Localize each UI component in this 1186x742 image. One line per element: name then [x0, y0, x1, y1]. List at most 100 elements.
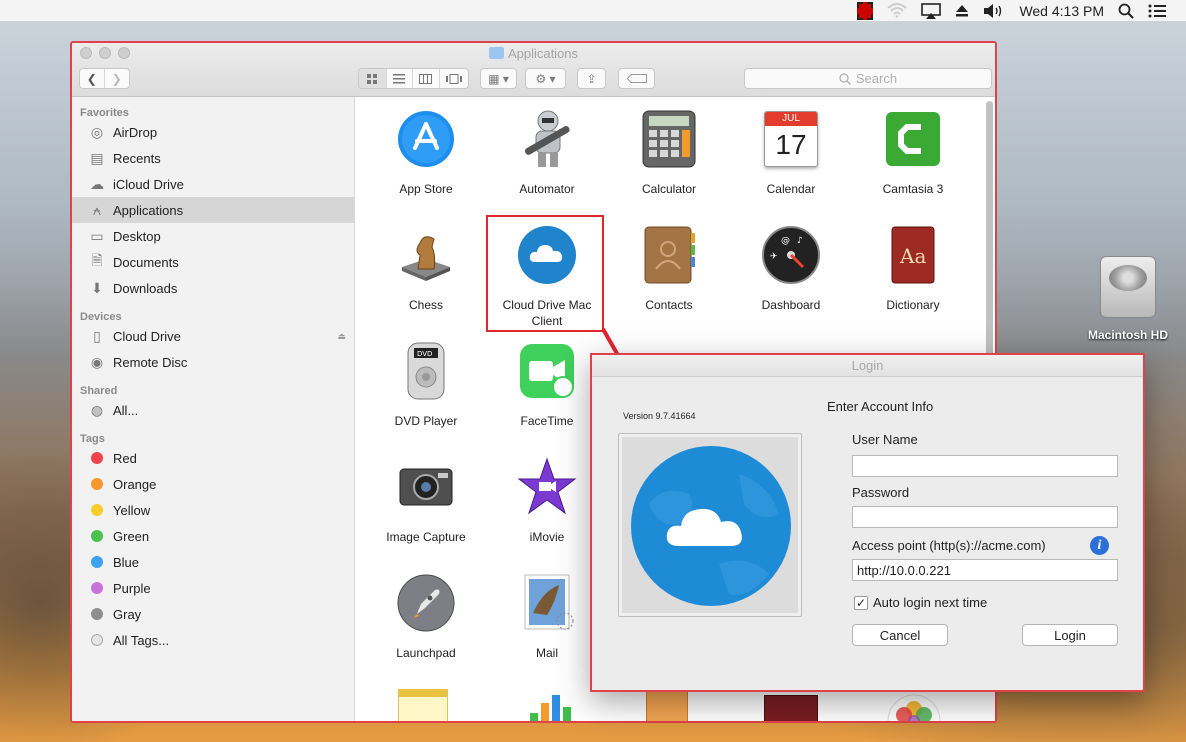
contacts-icon	[639, 225, 699, 285]
password-field[interactable]	[852, 506, 1118, 528]
purple-tag-dot	[91, 582, 103, 594]
username-field[interactable]	[852, 455, 1118, 477]
search-icon	[839, 72, 851, 85]
app-chess[interactable]: Chess	[366, 225, 486, 313]
auto-login-checkbox[interactable]: ✓	[854, 596, 868, 610]
desktop-disk-macintosh-hd[interactable]: Macintosh HD	[1078, 256, 1178, 342]
forward-button[interactable]: ❯	[105, 69, 129, 88]
sidebar-item-airdrop[interactable]: ◎ AirDrop	[72, 119, 354, 145]
app-dvd-player[interactable]: DVD DVD Player	[366, 341, 486, 429]
sidebar-tag-blue[interactable]: Blue	[72, 549, 354, 575]
sidebar-item-label: Applications	[113, 202, 184, 218]
tag-label: Purple	[113, 580, 151, 596]
sidebar-item-remote-disc[interactable]: ◉ Remote Disc	[72, 349, 354, 375]
yellow-tag-dot	[91, 504, 103, 516]
video-recording-icon[interactable]	[857, 1, 874, 20]
app-launchpad[interactable]: Launchpad	[366, 573, 486, 661]
action-button[interactable]: ⚙ ▾	[525, 68, 566, 89]
app-calculator[interactable]: Calculator	[609, 109, 729, 197]
tag-label: Yellow	[113, 502, 151, 518]
cloud-icon: ☁	[90, 175, 104, 192]
app-notes-partial[interactable]	[398, 689, 448, 721]
app-dictionary[interactable]: Aa Dictionary	[853, 225, 973, 313]
gallery-view-button[interactable]	[440, 69, 468, 88]
sidebar-item-applications[interactable]: ⍲ Applications	[72, 197, 354, 223]
sidebar-tag-all-tags[interactable]: All Tags...	[72, 627, 354, 653]
list-view-button[interactable]	[387, 69, 414, 88]
column-view-button[interactable]	[413, 69, 440, 88]
access-point-field[interactable]: http://10.0.0.221	[852, 559, 1118, 581]
menubar-clock[interactable]: Wed 4:13 PM	[1019, 3, 1104, 19]
app-label: Calculator	[641, 182, 697, 196]
documents-icon: 🗎	[91, 252, 103, 268]
sidebar-tag-orange[interactable]: Orange	[72, 471, 354, 497]
app-label: Calendar	[766, 182, 816, 196]
app-pages-partial[interactable]	[646, 689, 688, 721]
window-title-text: Applications	[507, 46, 579, 61]
sidebar-item-documents[interactable]: 🗎 Documents	[72, 249, 354, 275]
tag-label: All Tags...	[113, 632, 170, 648]
app-photo-booth-partial[interactable]	[764, 695, 818, 721]
sidebar-tag-green[interactable]: Green	[72, 523, 354, 549]
volume-icon[interactable]	[983, 3, 1005, 19]
sidebar-section-favorites: Favorites	[80, 107, 129, 119]
sidebar-item-recents[interactable]: ▤ Recents	[72, 145, 354, 171]
sidebar-tag-yellow[interactable]: Yellow	[72, 497, 354, 523]
column-view-icon	[419, 73, 433, 84]
back-button[interactable]: ❮	[80, 69, 105, 88]
app-automator[interactable]: Automator	[487, 109, 607, 197]
finder-sidebar: Favorites ◎ AirDrop ▤ Recents ☁ iCloud Driv…	[72, 97, 355, 721]
svg-text:DVD: DVD	[417, 350, 432, 358]
sidebar-item-shared-all[interactable]: ◍ All...	[72, 397, 354, 423]
cancel-button[interactable]: Cancel	[852, 624, 948, 646]
tags-button[interactable]	[618, 68, 655, 89]
app-photos-partial[interactable]	[886, 693, 942, 721]
share-button[interactable]: ⇪	[577, 68, 606, 89]
sidebar-item-desktop[interactable]: ▭ Desktop	[72, 223, 354, 249]
app-facetime[interactable]: FaceTime	[487, 341, 607, 429]
tag-label: Blue	[113, 554, 140, 570]
dictionary-book-icon: Aa	[883, 225, 943, 285]
spotlight-search-icon[interactable]	[1118, 3, 1134, 19]
airplay-icon[interactable]	[921, 2, 942, 19]
login-button[interactable]: Login	[1022, 624, 1118, 646]
app-app-store[interactable]: App Store	[366, 109, 486, 197]
search-field[interactable]: Search	[744, 68, 992, 89]
sidebar-item-icloud-drive[interactable]: ☁ iCloud Drive	[72, 171, 354, 197]
info-icon[interactable]: i	[1090, 536, 1109, 555]
eject-icon[interactable]: ⏏	[337, 331, 346, 342]
wifi-icon[interactable]	[887, 3, 908, 18]
enter-account-heading: Enter Account Info	[827, 399, 934, 414]
app-imovie[interactable]: iMovie	[487, 457, 607, 545]
sidebar-item-label: iCloud Drive	[113, 176, 184, 192]
sidebar-tag-red[interactable]: Red	[72, 445, 354, 471]
app-label: Chess	[408, 298, 443, 312]
cloud-drive-highlight-box	[486, 215, 604, 332]
app-calendar[interactable]: JUL 17 Calendar	[731, 109, 851, 197]
sidebar-item-label: Cloud Drive	[113, 328, 181, 344]
notification-center-icon[interactable]	[1148, 4, 1166, 18]
app-numbers-partial[interactable]	[528, 693, 572, 721]
auto-login-label[interactable]: Auto login next time	[873, 595, 987, 610]
scrollbar-thumb[interactable]	[986, 101, 993, 361]
sidebar-tag-gray[interactable]: Gray	[72, 601, 354, 627]
disc-icon: ◉	[90, 353, 104, 370]
app-mail[interactable]: Mail	[487, 573, 607, 661]
app-contacts[interactable]: Contacts	[609, 225, 729, 313]
app-camtasia-3[interactable]: Camtasia 3	[853, 109, 973, 197]
sidebar-item-cloud-drive[interactable]: ▯ Cloud Drive ⏏	[72, 323, 354, 349]
dashboard-gauge-icon: @ ♪ ✈	[761, 225, 821, 285]
sidebar-item-downloads[interactable]: ⬇ Downloads	[72, 275, 354, 301]
eject-icon[interactable]	[955, 4, 969, 18]
app-label: Image Capture	[386, 530, 466, 544]
group-by-button[interactable]: ▦ ▾	[480, 68, 517, 89]
automator-robot-icon	[517, 109, 577, 169]
app-label: Dictionary	[886, 298, 940, 312]
login-dialog-title: Login	[592, 355, 1143, 377]
access-point-label: Access point (http(s)://acme.com)	[852, 538, 1046, 553]
checkmark-icon: ✓	[855, 596, 867, 610]
sidebar-tag-purple[interactable]: Purple	[72, 575, 354, 601]
app-dashboard[interactable]: @ ♪ ✈ Dashboard	[731, 225, 851, 313]
app-image-capture[interactable]: Image Capture	[366, 457, 486, 545]
icon-view-button[interactable]	[359, 69, 387, 88]
